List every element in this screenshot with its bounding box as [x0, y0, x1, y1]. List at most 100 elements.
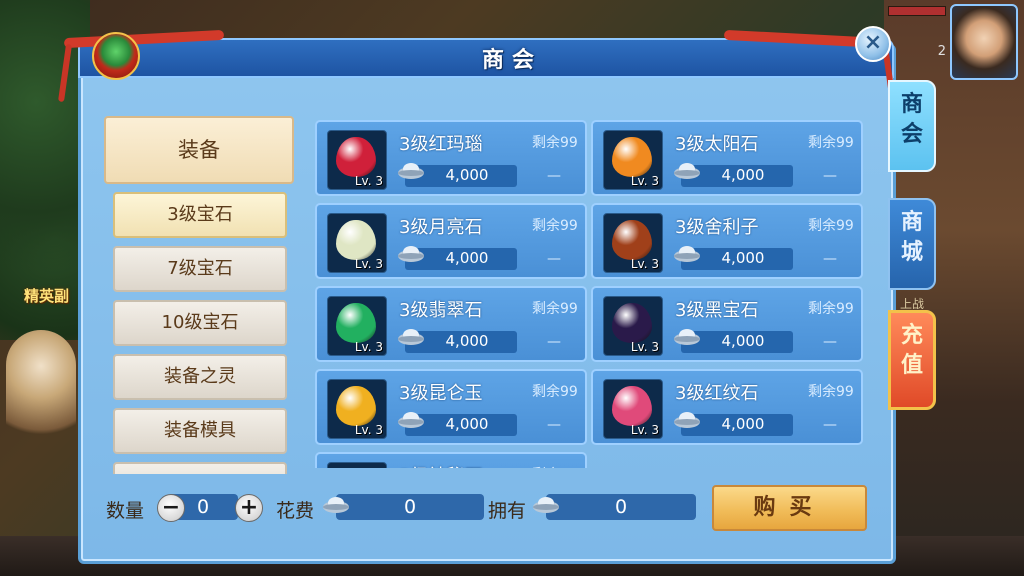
- category-list: 装备 3级宝石 7级宝石 10级宝石 装备之灵 装备模具: [104, 116, 296, 474]
- gem-icon: [612, 303, 652, 343]
- item-icon: Lv. 3: [603, 213, 663, 273]
- item-card[interactable]: Lv. 33级神秘石剩余994,000—: [315, 452, 587, 468]
- hp-bar: [888, 6, 946, 16]
- item-card[interactable]: Lv. 3 3级红纹石 剩余99 4,000 —: [591, 369, 863, 445]
- tab-mall-label: 商 城: [900, 210, 923, 265]
- close-button[interactable]: ×: [855, 26, 891, 62]
- tab-shop[interactable]: 商 会: [888, 80, 936, 172]
- gem-icon: [336, 220, 376, 260]
- category-item-spirit[interactable]: 装备之灵: [113, 354, 287, 400]
- item-remaining: 剩余99: [532, 301, 578, 317]
- item-price: 4,000: [721, 249, 765, 267]
- item-name: 3级红纹石: [675, 383, 759, 404]
- item-icon: Lv. 3: [327, 130, 387, 190]
- item-price: 4,000: [445, 249, 489, 267]
- item-remaining: 剩余99: [532, 384, 578, 400]
- category-item-mold[interactable]: 装备模具: [113, 408, 287, 454]
- item-grid: Lv. 3 3级红玛瑙 剩余99 4,000— Lv. 3 3级太阳石 剩余99 4,000—…: [315, 120, 867, 468]
- item-name: 3级红玛瑙: [399, 134, 483, 155]
- item-level: Lv. 3: [630, 423, 659, 437]
- item-icon: Lv. 3: [603, 130, 663, 190]
- item-price: 4,000: [445, 415, 489, 433]
- item-card[interactable]: Lv. 3 3级舍利子 剩余99 4,000 —: [591, 203, 863, 279]
- silver-ingot-icon: [532, 494, 560, 514]
- gem-icon: [612, 386, 652, 426]
- item-name: 3级黑宝石: [675, 300, 759, 321]
- item-card[interactable]: Lv. 3 3级黑宝石 剩余99 4,000 —: [591, 286, 863, 362]
- quantity-label: 数量: [106, 500, 145, 522]
- tab-recharge[interactable]: 充 值: [888, 310, 936, 410]
- cost-label: 花费: [276, 500, 315, 522]
- minus-button[interactable]: −: [157, 494, 185, 522]
- item-icon: Lv. 3: [327, 296, 387, 356]
- item-remaining: 剩余99: [532, 218, 578, 234]
- item-icon: Lv. 3: [327, 462, 387, 468]
- gem-icon: [336, 303, 376, 343]
- item-stock: —: [823, 168, 837, 184]
- item-remaining: 剩余99: [532, 135, 578, 151]
- category-item-partial[interactable]: [113, 462, 287, 474]
- item-level: Lv. 3: [630, 174, 659, 188]
- item-card[interactable]: Lv. 3 3级月亮石 剩余99 4,000 —: [315, 203, 587, 279]
- plus-button[interactable]: +: [235, 494, 263, 522]
- item-remaining: 剩余99: [808, 135, 854, 151]
- item-stock: —: [823, 251, 837, 267]
- item-stock: —: [823, 334, 837, 350]
- minus-icon: −: [161, 495, 181, 520]
- item-name: 3级翡翠石: [399, 300, 483, 321]
- own-label: 拥有: [488, 500, 527, 522]
- item-stock: —: [547, 168, 561, 184]
- item-name: 3级神秘石: [399, 462, 482, 468]
- gem-icon: [336, 137, 376, 177]
- item-icon: Lv. 3: [603, 296, 663, 356]
- item-remaining: 剩余99: [808, 218, 854, 234]
- item-stock: —: [547, 334, 561, 350]
- item-level: Lv. 3: [630, 340, 659, 354]
- tab-recharge-label: 充 值: [900, 323, 923, 378]
- buy-button[interactable]: 购买: [712, 485, 867, 531]
- category-item-7[interactable]: 7级宝石: [113, 246, 287, 292]
- item-stock: —: [547, 251, 561, 267]
- tab-mall[interactable]: 商 城: [888, 198, 936, 290]
- item-level: Lv. 3: [630, 257, 659, 271]
- item-card[interactable]: Lv. 3 3级红玛瑙 剩余99 4,000 —: [315, 120, 587, 196]
- item-remaining: 剩余99: [808, 384, 854, 400]
- item-stock: —: [823, 417, 837, 433]
- item-name: 3级舍利子: [675, 217, 759, 238]
- item-icon: Lv. 3: [327, 379, 387, 439]
- item-card[interactable]: Lv. 3 3级太阳石 剩余99 4,000 —: [591, 120, 863, 196]
- own-field: 0: [546, 494, 696, 520]
- category-item-10[interactable]: 10级宝石: [113, 300, 287, 346]
- item-card[interactable]: Lv. 3 3级翡翠石 剩余99 4,000 —: [315, 286, 587, 362]
- plus-icon: +: [239, 495, 259, 520]
- item-stock: —: [547, 417, 561, 433]
- item-level: Lv. 3: [354, 423, 383, 437]
- cost-field: 0: [336, 494, 484, 520]
- item-icon: Lv. 3: [603, 379, 663, 439]
- category-item-3[interactable]: 3级宝石: [113, 192, 287, 238]
- item-icon: Lv. 3: [327, 213, 387, 273]
- background-npc: [6, 330, 76, 450]
- item-name: 3级太阳石: [675, 134, 759, 155]
- item-price: 4,000: [721, 415, 765, 433]
- item-price: 4,000: [721, 332, 765, 350]
- item-level: Lv. 3: [354, 174, 383, 188]
- tab-shop-label: 商 会: [900, 92, 923, 147]
- item-name: 3级月亮石: [399, 217, 483, 238]
- close-icon: ×: [863, 30, 883, 55]
- item-price: 4,000: [445, 166, 489, 184]
- item-remaining: 剩余99: [532, 464, 584, 468]
- silver-ingot-icon: [322, 494, 350, 514]
- item-name: 3级昆仑玉: [399, 383, 483, 404]
- item-price: 4,000: [445, 332, 489, 350]
- category-main[interactable]: 装备: [104, 116, 294, 184]
- item-card[interactable]: Lv. 3 3级昆仑玉 剩余99 4,000 —: [315, 369, 587, 445]
- background-label: 精英副: [24, 287, 70, 305]
- gem-icon: [336, 386, 376, 426]
- item-price: 4,000: [721, 166, 765, 184]
- gem-icon: [612, 137, 652, 177]
- gem-icon: [612, 220, 652, 260]
- item-level: Lv. 3: [354, 257, 383, 271]
- item-level: Lv. 3: [354, 340, 383, 354]
- item-remaining: 剩余99: [808, 301, 854, 317]
